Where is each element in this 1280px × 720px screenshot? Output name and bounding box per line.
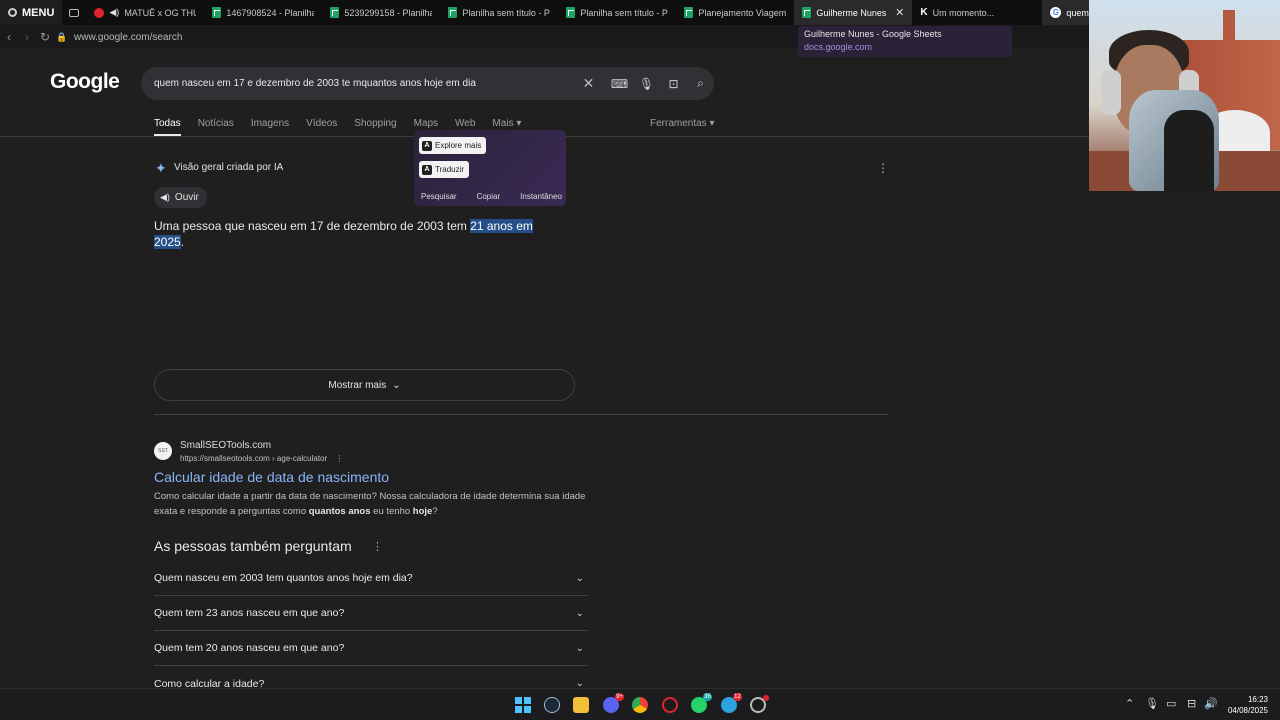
search-icon[interactable]: ⌕ xyxy=(687,76,714,91)
tray-chevron-up-icon[interactable]: ⌃ xyxy=(1125,697,1134,710)
tab-workspace-icon[interactable] xyxy=(62,8,86,17)
app-icon[interactable] xyxy=(750,695,769,713)
popup-search-button[interactable]: Pesquisar xyxy=(421,192,457,201)
result-url[interactable]: https://smallseotools.com › age-calculat… xyxy=(180,454,343,463)
explore-button[interactable]: A Explore mais xyxy=(419,137,487,154)
popup-copy-button[interactable]: Copiar xyxy=(477,192,501,201)
google-icon: G xyxy=(1050,7,1062,18)
filter-shopping[interactable]: Shopping xyxy=(354,118,396,129)
result-title-link[interactable]: Calcular idade de data de nascimento xyxy=(154,469,389,485)
paa-question[interactable]: Quem nasceu em 2003 tem quantos anos hoj… xyxy=(154,561,588,596)
url-field[interactable]: www.google.com/search xyxy=(74,32,182,43)
volume-icon[interactable]: 🔊 xyxy=(1204,697,1218,710)
popup-actions: Pesquisar Copiar Instantâneo xyxy=(421,192,562,201)
ai-overview-title: Visão geral criada por IA xyxy=(174,162,284,173)
sheets-icon xyxy=(802,7,812,18)
ai-answer: Uma pessoa que nasceu em 17 de dezembro … xyxy=(154,219,533,249)
sheets-icon xyxy=(566,7,576,18)
tab-planilha-sem-titulo-2[interactable]: Planilha sem título - Pl xyxy=(558,0,676,25)
filter-mais[interactable]: Mais ▾ xyxy=(492,118,521,129)
chevron-down-icon: ⌄ xyxy=(575,607,584,619)
chevron-down-icon: ⌄ xyxy=(392,379,401,391)
tab-close-icon[interactable]: ✕ xyxy=(895,6,904,19)
paa-title: As pessoas também perguntam xyxy=(154,538,352,554)
popup-snapshot-button[interactable]: Instantâneo xyxy=(520,192,562,201)
windows-start-icon[interactable] xyxy=(515,697,531,713)
lock-icon[interactable]: 🔒 xyxy=(54,32,70,43)
opera-icon xyxy=(94,7,105,18)
k-icon: K xyxy=(920,7,928,18)
filter-todas[interactable]: Todas xyxy=(154,118,181,136)
tab-um-momento[interactable]: K Um momento... xyxy=(912,0,1030,25)
microphone-icon[interactable]: 🎙 xyxy=(1145,697,1159,710)
speaker-icon[interactable]: ◀) xyxy=(109,7,119,18)
selection-popup: A Explore mais A Traduzir Pesquisar Copi… xyxy=(414,130,566,206)
tab-tooltip: Guilherme Nunes - Google Sheets docs.goo… xyxy=(798,26,1012,57)
search-box[interactable]: quem nasceu em 17 e dezembro de 2003 te … xyxy=(141,67,714,100)
filter-videos[interactable]: Vídeos xyxy=(306,118,337,129)
aria-icon: A xyxy=(422,140,432,151)
discord-icon[interactable]: 9+ xyxy=(603,693,624,713)
clear-icon[interactable]: ✕ xyxy=(575,75,602,92)
opera-menu-button[interactable]: MENU xyxy=(0,0,63,25)
tab-strip: MENU ◀) MATUÊ x OG THUG 1467908524 - Pla… xyxy=(0,0,1280,25)
tooltip-title: Guilherme Nunes - Google Sheets xyxy=(804,29,942,39)
aria-icon: A xyxy=(422,164,432,175)
sheets-icon xyxy=(212,7,222,18)
paa-question[interactable]: Quem tem 23 anos nasceu em que ano? ⌄ xyxy=(154,596,588,631)
chevron-down-icon: ⌄ xyxy=(575,642,584,654)
result-more-icon[interactable]: ⋮ xyxy=(335,454,343,463)
google-logo[interactable]: Google xyxy=(50,70,120,94)
webcam-overlay xyxy=(1089,0,1280,191)
paa-more-icon[interactable]: ⋮ xyxy=(372,540,383,553)
result-site-name[interactable]: SmallSEOTools.com xyxy=(180,440,271,451)
tab-planejamento-viagem[interactable]: Planejamento Viagem xyxy=(676,0,794,25)
network-icon[interactable]: ⊟ xyxy=(1187,697,1196,710)
site-favicon[interactable]: SST xyxy=(154,442,172,460)
system-clock[interactable]: 16:23 04/08/2025 xyxy=(1222,694,1268,716)
ai-sparkle-icon: ✦ xyxy=(155,160,167,176)
section-divider xyxy=(154,414,888,415)
tab-matue[interactable]: ◀) MATUÊ x OG THUG xyxy=(86,0,204,25)
taskbar: 9+ 36 12 ⌃ 🎙 ▭ ⊟ 🔊 xyxy=(0,688,1280,720)
translate-button[interactable]: A Traduzir xyxy=(419,161,470,178)
telegram-icon[interactable]: 12 xyxy=(721,693,742,713)
reload-icon[interactable]: ↻ xyxy=(36,30,54,44)
search-filters: Todas Notícias Imagens Vídeos Shopping M… xyxy=(154,118,538,136)
paa-question[interactable]: Quem tem 20 anos nasceu em que ano? ⌄ xyxy=(154,631,588,666)
result-snippet: Como calcular idade a partir da data de … xyxy=(154,491,586,517)
speaker-icon: ◀) xyxy=(160,192,170,202)
chrome-icon[interactable] xyxy=(632,697,648,713)
whatsapp-icon[interactable]: 36 xyxy=(691,693,712,713)
forward-icon[interactable]: › xyxy=(18,30,36,44)
lens-icon[interactable]: ⊡ xyxy=(660,77,687,91)
sheets-icon xyxy=(330,7,340,18)
keyboard-icon[interactable]: ⌨ xyxy=(606,77,633,91)
microphone-icon[interactable]: 🎙 xyxy=(633,77,660,91)
tooltip-domain: docs.google.com xyxy=(804,42,873,52)
file-explorer-icon[interactable] xyxy=(573,697,589,713)
search-input[interactable]: quem nasceu em 17 e dezembro de 2003 te … xyxy=(154,78,575,89)
tools-button[interactable]: Ferramentas ▾ xyxy=(650,118,714,129)
sheets-icon xyxy=(684,7,694,18)
sheets-icon xyxy=(448,7,458,18)
opera-logo-icon xyxy=(8,8,17,17)
tab-guilherme-nunes[interactable]: Guilherme Nunes ✕ xyxy=(794,0,913,25)
listen-button[interactable]: ◀) Ouvir xyxy=(154,187,207,208)
chevron-down-icon: ⌄ xyxy=(575,572,584,584)
filter-maps[interactable]: Maps xyxy=(414,118,438,129)
filter-web[interactable]: Web xyxy=(455,118,475,129)
show-more-button[interactable]: Mostrar mais ⌄ xyxy=(154,369,575,401)
filter-noticias[interactable]: Notícias xyxy=(198,118,234,129)
opera-gx-icon[interactable] xyxy=(662,697,678,713)
filter-imagens[interactable]: Imagens xyxy=(251,118,289,129)
tab-planilha-5239299158[interactable]: 5239299158 - Planilha xyxy=(322,0,440,25)
menu-label: MENU xyxy=(22,6,55,19)
tab-planilha-1467908524[interactable]: 1467908524 - Planilha xyxy=(204,0,322,25)
tab-planilha-sem-titulo-1[interactable]: Planilha sem título - Pl xyxy=(440,0,558,25)
more-options-icon[interactable]: ⋮ xyxy=(877,161,889,175)
steam-icon[interactable] xyxy=(544,697,560,713)
back-icon[interactable]: ‹ xyxy=(0,30,18,44)
display-icon[interactable]: ▭ xyxy=(1166,697,1176,710)
